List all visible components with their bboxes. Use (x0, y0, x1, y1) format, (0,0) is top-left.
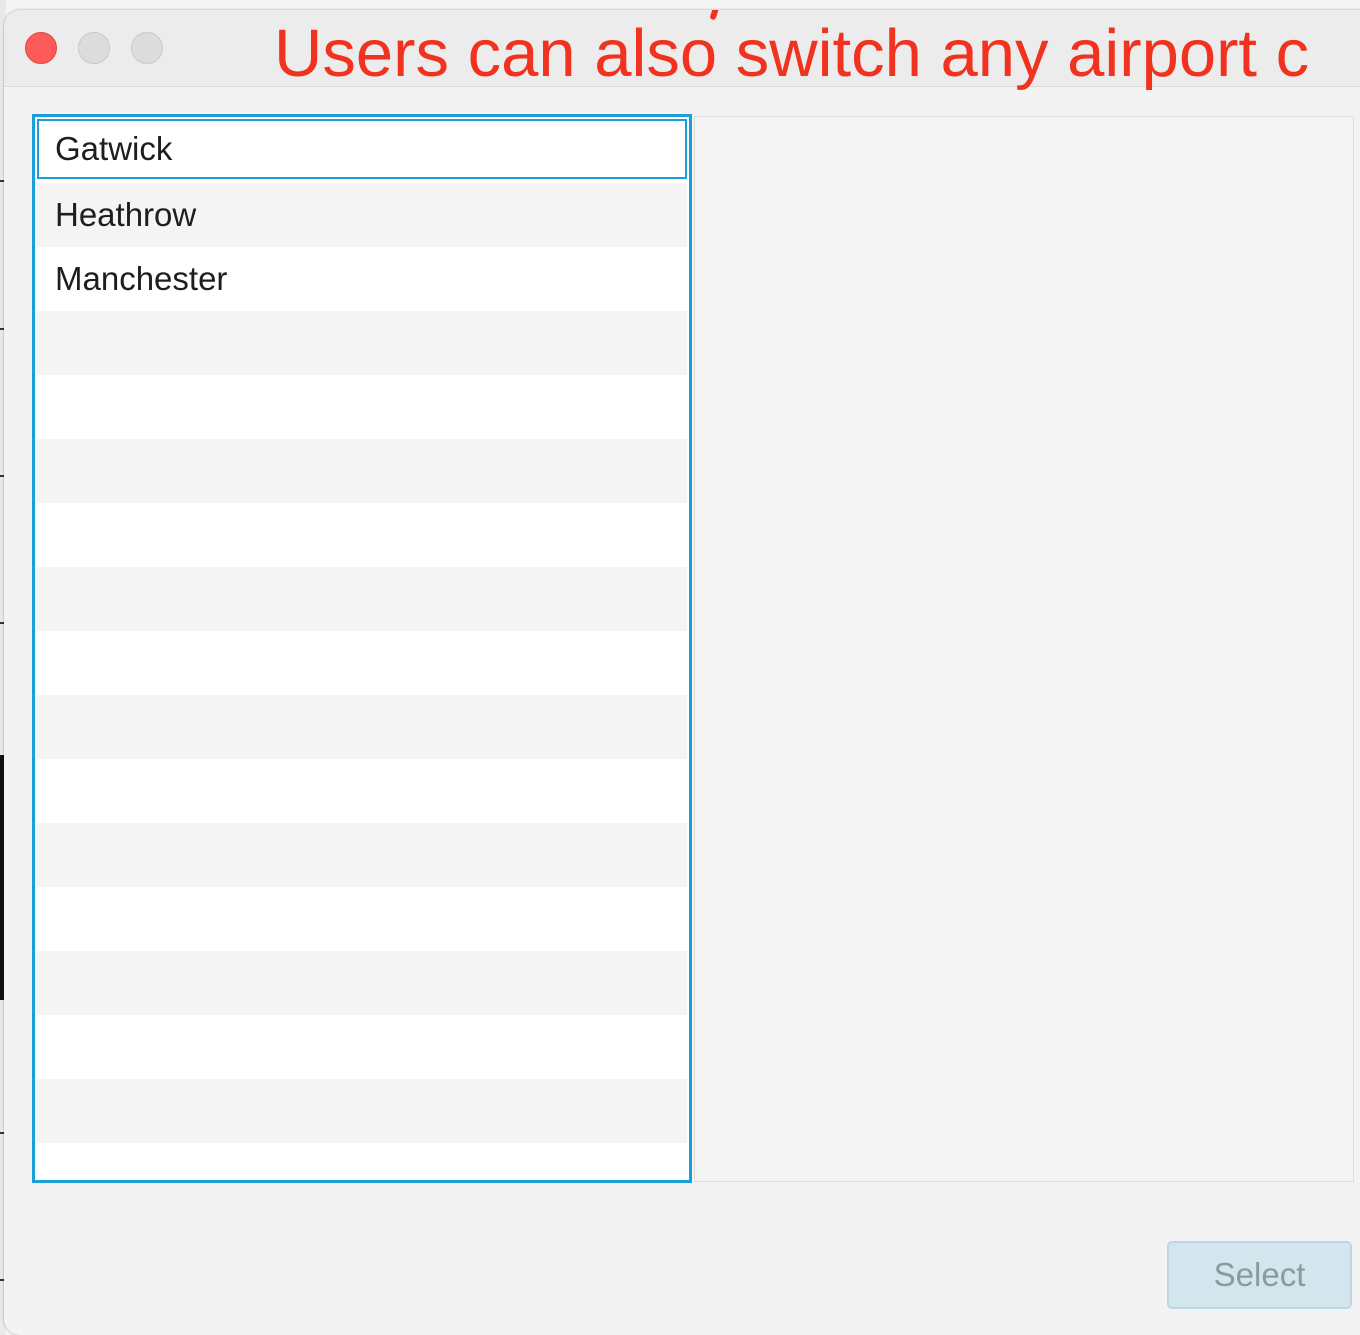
list-item-empty (37, 759, 687, 823)
list-item-empty (37, 567, 687, 631)
list-item-empty (37, 1143, 687, 1180)
list-item-empty (37, 439, 687, 503)
list-item-empty (37, 1015, 687, 1079)
minimize-window-button[interactable] (78, 32, 110, 64)
list-item-empty (37, 823, 687, 887)
list-item-empty (37, 1079, 687, 1143)
list-item-empty (37, 375, 687, 439)
list-item-empty (37, 887, 687, 951)
list-item-empty (37, 503, 687, 567)
detail-pane (694, 116, 1354, 1182)
list-item-label: Manchester (55, 260, 228, 297)
list-item-empty (37, 951, 687, 1015)
list-item-manchester[interactable]: Manchester (37, 247, 687, 311)
list-item-empty (37, 631, 687, 695)
window-titlebar[interactable]: Users can also switch any airport c (4, 10, 1360, 91)
maximize-window-button[interactable] (131, 32, 163, 64)
list-item-label: Heathrow (55, 196, 197, 233)
airport-list[interactable]: Gatwick Heathrow Manchester (32, 114, 692, 1183)
airport-picker-window: Users can also switch any airport c Gatw… (4, 10, 1360, 1335)
list-item-heathrow[interactable]: Heathrow (37, 183, 687, 247)
list-item-empty (37, 311, 687, 375)
annotation-caption: Users can also switch any airport c (274, 16, 1310, 91)
close-window-button[interactable] (25, 32, 57, 64)
list-item-gatwick[interactable]: Gatwick (37, 119, 687, 179)
list-item-label: Gatwick (55, 130, 173, 167)
list-item-empty (37, 695, 687, 759)
select-button[interactable]: Select (1167, 1241, 1352, 1309)
